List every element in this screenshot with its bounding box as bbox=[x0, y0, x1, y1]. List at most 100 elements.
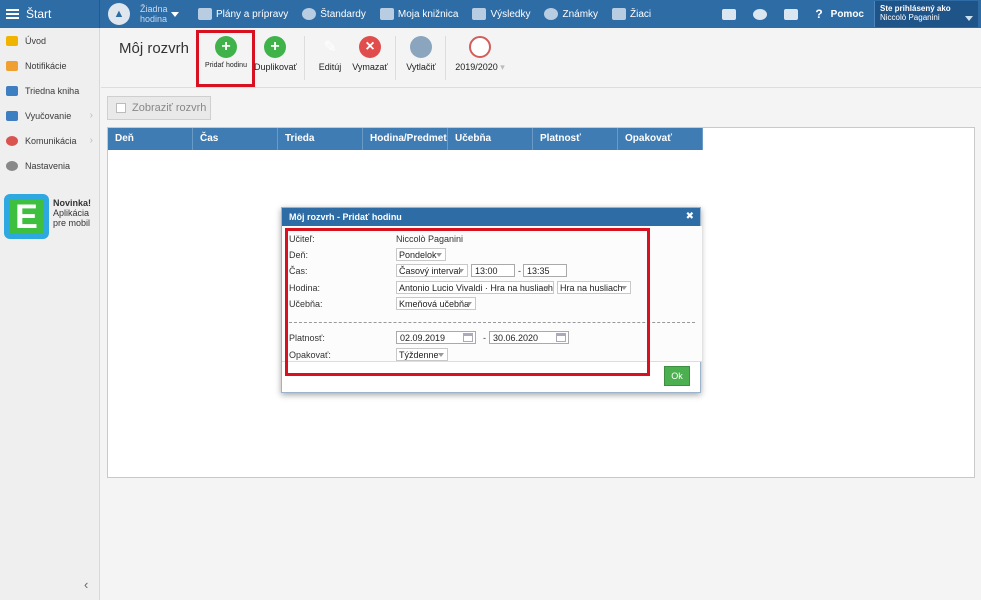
column-header-hodina[interactable]: Hodina/Predmet bbox=[363, 128, 448, 150]
star-icon bbox=[6, 35, 18, 46]
help-button[interactable]: ? Pomoc bbox=[815, 7, 864, 21]
students-icon bbox=[612, 8, 627, 20]
chat-icon bbox=[6, 135, 18, 146]
column-header-opakovat[interactable]: Opakovať bbox=[618, 128, 703, 150]
highlight-box bbox=[285, 228, 650, 376]
chevron-down-icon bbox=[965, 16, 973, 21]
sidebar-item-vyucovanie[interactable]: Vyučovanie › bbox=[0, 103, 99, 128]
nav-ziaci[interactable]: Žiaci bbox=[612, 8, 651, 20]
school-year-selector[interactable]: 2019/2020 ▾ bbox=[453, 36, 507, 73]
ok-button[interactable]: Ok bbox=[664, 366, 690, 386]
chevron-right-icon: › bbox=[89, 135, 93, 146]
promo-line2: pre mobil bbox=[53, 218, 91, 228]
column-header-ucebna[interactable]: Učebňa bbox=[448, 128, 533, 150]
chart-icon bbox=[472, 8, 487, 20]
nav-kniznica[interactable]: Moja knižnica bbox=[379, 8, 459, 20]
logo-letter: E bbox=[9, 199, 44, 234]
show-timetable-label: Zobraziť rozvrh bbox=[132, 102, 207, 114]
sidebar-item-label: Nastavenia bbox=[25, 160, 71, 171]
toolbar-divider bbox=[445, 36, 446, 80]
timetable-header: Deň Čas Trieda Hodina/Predmet Učebňa Pla… bbox=[108, 128, 703, 150]
edupage-logo: E bbox=[4, 194, 49, 239]
user-menu[interactable]: Ste prihlásený ako Niccolò Paganini bbox=[874, 1, 978, 27]
nav-plany[interactable]: Plány a prípravy bbox=[198, 8, 288, 20]
hamburger-icon bbox=[6, 9, 19, 19]
mobile-app-promo[interactable]: E Novinka! Aplikácia pre mobil bbox=[4, 194, 91, 239]
sidebar-item-komunikacia[interactable]: Komunikácia › bbox=[0, 128, 99, 153]
duplicate-label: Duplikovať bbox=[254, 62, 297, 72]
nav-label: Plány a prípravy bbox=[216, 8, 289, 20]
gear-icon bbox=[6, 160, 18, 171]
toolbar: Môj rozvrh + Pridať hodinu + Duplikovať … bbox=[101, 28, 981, 88]
help-label: Pomoc bbox=[830, 8, 864, 20]
sidebar-item-label: Triedna kniha bbox=[25, 85, 80, 96]
user-caption: Ste prihlásený ako bbox=[880, 4, 951, 13]
folder-icon bbox=[198, 8, 212, 20]
sidebar: Úvod Notifikácie Triedna kniha Vyučovani… bbox=[0, 28, 100, 600]
start-menu-button[interactable]: Štart bbox=[0, 0, 100, 28]
printer-icon bbox=[410, 36, 432, 58]
user-name: Niccolò Paganini bbox=[880, 13, 940, 22]
chevron-down-icon bbox=[171, 11, 179, 17]
school-year-label: 2019/2020 bbox=[455, 62, 498, 72]
duplicate-button[interactable]: + Duplikovať bbox=[254, 36, 297, 72]
chevron-right-icon: › bbox=[89, 110, 93, 121]
nav-znamky[interactable]: Známky bbox=[544, 8, 598, 20]
nav-label: Moja knižnica bbox=[397, 8, 459, 20]
sidebar-item-nastavenia[interactable]: Nastavenia bbox=[0, 153, 99, 178]
sidebar-item-uvod[interactable]: Úvod bbox=[0, 28, 99, 53]
shield-icon bbox=[302, 8, 317, 20]
edit-label: Editúj bbox=[318, 62, 342, 72]
print-button[interactable]: Vytlačiť bbox=[405, 36, 437, 72]
sidebar-item-label: Úvod bbox=[25, 35, 47, 46]
book-icon bbox=[379, 8, 394, 20]
show-timetable-button[interactable]: Zobraziť rozvrh bbox=[107, 96, 211, 120]
start-label: Štart bbox=[26, 7, 52, 21]
pencil-icon: ✎ bbox=[323, 39, 337, 56]
share-screen-icon[interactable] bbox=[722, 8, 737, 20]
toolbar-divider bbox=[395, 36, 396, 80]
dialog-title: Môj rozvrh - Pridať hodinu bbox=[289, 212, 402, 222]
nav-label: Známky bbox=[562, 8, 599, 20]
column-header-den[interactable]: Deň bbox=[108, 128, 193, 150]
envelope-icon[interactable] bbox=[784, 8, 799, 20]
nav-label: Štandardy bbox=[320, 8, 366, 20]
top-bar: Štart ▲ Žiadna hodina Plány a prípravy Š… bbox=[0, 0, 981, 28]
close-icon[interactable]: ✖ bbox=[686, 211, 694, 222]
column-header-cas[interactable]: Čas bbox=[193, 128, 278, 150]
sidebar-item-label: Komunikácia bbox=[25, 135, 77, 146]
duplicate-icon: + bbox=[264, 36, 286, 58]
briefcase-icon bbox=[6, 110, 18, 121]
nav-standardy[interactable]: Štandardy bbox=[302, 8, 366, 20]
nav-label: Výsledky bbox=[490, 8, 531, 20]
sidebar-item-label: Notifikácie bbox=[25, 60, 67, 71]
lesson-selector[interactable]: ▲ Žiadna hodina bbox=[108, 3, 190, 25]
grade-icon bbox=[544, 8, 559, 20]
sidebar-item-label: Vyučovanie bbox=[25, 110, 72, 121]
promo-title: Novinka! bbox=[53, 198, 92, 208]
delete-button[interactable]: × Vymazať bbox=[352, 36, 388, 72]
question-icon: ? bbox=[815, 7, 823, 21]
envelope-icon bbox=[6, 60, 18, 71]
lesson-selector-label: Žiadna hodina bbox=[140, 4, 168, 24]
chat-icon[interactable] bbox=[753, 8, 768, 20]
graduation-cap-icon: ▲ bbox=[108, 3, 130, 25]
edit-button[interactable]: ✎ Editúj bbox=[315, 36, 345, 72]
promo-line1: Aplikácia bbox=[53, 208, 90, 218]
document-icon bbox=[116, 103, 126, 113]
delete-icon: × bbox=[359, 36, 381, 58]
delete-label: Vymazať bbox=[352, 62, 388, 72]
nav-label: Žiaci bbox=[630, 8, 652, 20]
page-title: Môj rozvrh bbox=[119, 40, 190, 57]
collapse-sidebar-icon[interactable]: ‹ bbox=[84, 577, 88, 592]
sidebar-item-triedna-kniha[interactable]: Triedna kniha bbox=[0, 78, 99, 103]
print-label: Vytlačiť bbox=[406, 62, 436, 72]
toolbar-divider bbox=[304, 36, 305, 80]
nav-vysledky[interactable]: Výsledky bbox=[472, 8, 530, 20]
chevron-down-icon: ▾ bbox=[500, 62, 505, 72]
calendar-icon bbox=[469, 36, 491, 58]
class-book-icon bbox=[6, 85, 18, 96]
sidebar-item-notifikacie[interactable]: Notifikácie bbox=[0, 53, 99, 78]
column-header-platnost[interactable]: Platnosť bbox=[533, 128, 618, 150]
column-header-trieda[interactable]: Trieda bbox=[278, 128, 363, 150]
